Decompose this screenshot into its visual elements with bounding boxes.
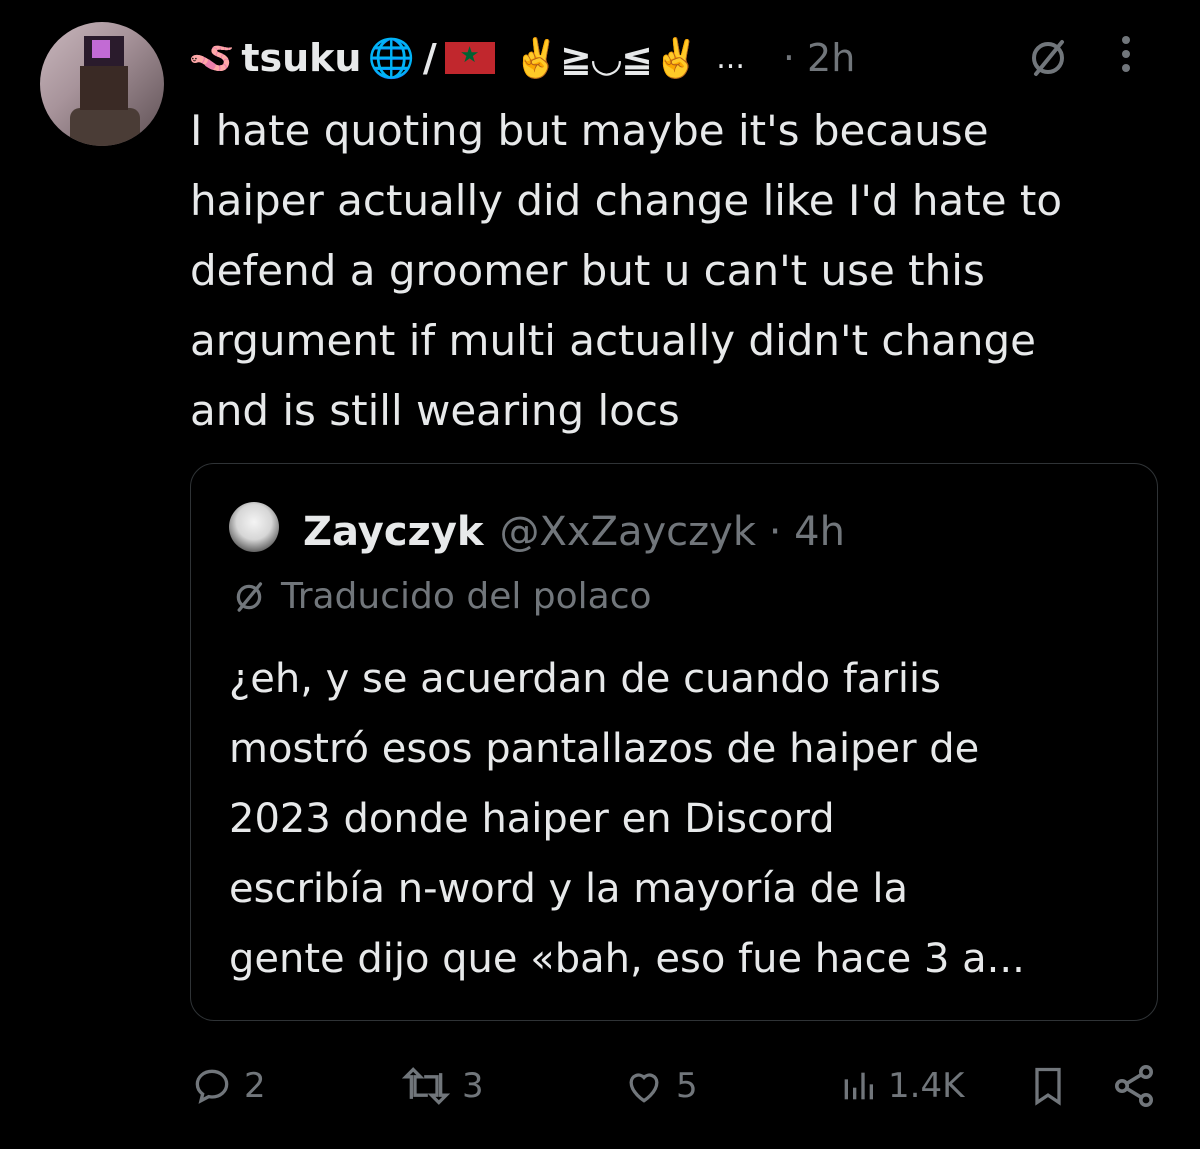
avatar-body [70,108,140,146]
repost-icon [401,1067,451,1105]
quote-author-name[interactable]: Zayczyk [303,509,484,555]
quote-author-handle: @XxZayczyk · 4h [499,509,845,555]
name-separator: / [422,36,437,80]
tweet-line: I hate quoting but maybe it's because [190,106,989,155]
quote-author-avatar[interactable] [229,502,279,552]
tweet-timestamp[interactable]: · 2h [783,36,855,80]
translate-icon [236,581,263,612]
translated-label: Traducido del polaco [281,576,652,617]
tweet-line: haiper actually did change like I'd hate… [190,176,1063,225]
quote-line: gente dijo que «bah, eso fue hace 3 a... [229,936,1025,982]
quote-header: Zayczyk @XxZayczyk · 4h [303,502,845,562]
avatar-face [80,66,128,110]
quote-line: escribía n-word y la mayoría de la [229,866,909,912]
bar-chart-icon [844,1072,873,1100]
bookmark-button[interactable] [1026,1058,1080,1114]
author-name[interactable]: 🪱 tsuku 🌐 [188,36,415,81]
heart-icon [629,1073,659,1103]
quote-body: ¿eh, y se acuerdan de cuando fariis most… [229,644,1149,994]
reply-button[interactable]: 2 [190,1058,266,1114]
author-avatar[interactable] [40,22,164,146]
repost-count: 3 [462,1066,484,1106]
translate-icon[interactable] [1026,36,1070,80]
like-count: 5 [676,1066,698,1106]
tweet-line: argument if multi actually didn't change [190,316,1036,365]
globe-emoji-icon: 🌐 [367,35,415,80]
morocco-flag-icon [444,42,495,74]
avatar-glyph [92,40,110,58]
author-display-name: tsuku [241,36,362,80]
reply-icon [195,1069,229,1104]
share-icon [1115,1065,1153,1107]
repost-button[interactable]: 3 [400,1058,484,1114]
translated-notice[interactable]: Traducido del polaco [231,576,652,617]
quote-line: mostró esos pantallazos de haiper de [229,726,980,772]
views-button[interactable]: 1.4K [838,1058,964,1114]
more-options-icon[interactable] [1116,32,1136,83]
quoted-tweet[interactable]: Zayczyk @XxZayczyk · 4h Traducido del po… [190,463,1158,1021]
tweet-actions: 2 3 5 1.4K [190,1058,1160,1114]
quote-line: ¿eh, y se acuerdan de cuando fariis [229,656,941,702]
tweet-line: and is still wearing locs [190,386,680,435]
like-button[interactable]: 5 [622,1058,698,1114]
bookmark-icon [1035,1067,1061,1106]
kaomoji: ✌️≧◡≦✌️ [512,35,701,80]
view-count: 1.4K [888,1066,965,1106]
tweet-header: 🪱 tsuku 🌐 / ✌️≧◡≦✌️ ... · 2h [188,28,1180,88]
quote-line: 2023 donde haiper en Discord [229,796,835,842]
tweet-line: defend a groomer but u can't use this [190,246,985,295]
worm-emoji-icon: 🪱 [188,35,236,80]
reply-count: 2 [244,1066,266,1106]
share-button[interactable] [1110,1058,1168,1114]
tweet-body: I hate quoting but maybe it's because ha… [190,96,1150,446]
name-ellipsis: ... [716,40,745,76]
